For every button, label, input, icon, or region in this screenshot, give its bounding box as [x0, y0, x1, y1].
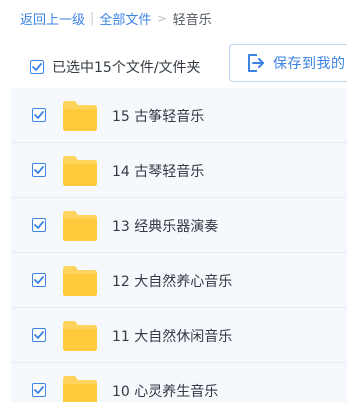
file-name[interactable]: 10 心灵养生音乐 — [112, 381, 218, 401]
checkmark-icon — [34, 276, 44, 284]
folder-icon — [63, 376, 97, 402]
select-all-control[interactable]: 已选中15个文件/文件夹 — [30, 57, 201, 77]
file-name[interactable]: 13 经典乐器演奏 — [112, 216, 218, 236]
row-checkbox[interactable] — [32, 218, 46, 232]
save-to-my-drive-button[interactable]: 保存到我的 — [229, 44, 347, 82]
breadcrumb-arrow: > — [157, 11, 167, 25]
file-row[interactable]: 12 大自然养心音乐 — [11, 253, 347, 308]
toolbar: 已选中15个文件/文件夹 保存到我的 — [0, 42, 347, 86]
checkmark-icon — [34, 386, 44, 394]
file-row[interactable]: 15 古筝轻音乐 — [11, 88, 347, 143]
folder-icon — [63, 321, 97, 351]
save-button-label: 保存到我的 — [273, 56, 346, 72]
file-name[interactable]: 11 大自然休闲音乐 — [112, 326, 232, 346]
file-name[interactable]: 12 大自然养心音乐 — [112, 271, 232, 291]
folder-icon — [63, 211, 97, 241]
checkmark-icon — [32, 63, 42, 71]
back-link[interactable]: 返回上一级 — [20, 9, 85, 28]
folder-icon — [63, 101, 97, 131]
row-checkbox[interactable] — [32, 328, 46, 342]
folder-icon — [63, 266, 97, 296]
row-checkbox[interactable] — [32, 383, 46, 397]
checkmark-icon — [34, 331, 44, 339]
checkmark-icon — [34, 111, 44, 119]
all-files-link[interactable]: 全部文件 — [99, 9, 151, 28]
file-name[interactable]: 14 古琴轻音乐 — [112, 161, 204, 181]
select-all-checkbox[interactable] — [30, 60, 44, 74]
row-checkbox[interactable] — [32, 273, 46, 287]
selection-count-label: 已选中15个文件/文件夹 — [52, 60, 201, 76]
share-file-browser: 返回上一级 | 全部文件 > 轻音乐 已选中15个文件/文件夹 保存到我的 15… — [0, 0, 347, 402]
checkmark-icon — [34, 166, 44, 174]
current-folder-name: 轻音乐 — [172, 12, 212, 28]
file-name[interactable]: 15 古筝轻音乐 — [112, 106, 204, 126]
file-row[interactable]: 14 古琴轻音乐 — [11, 143, 347, 198]
save-export-icon — [248, 54, 264, 72]
row-checkbox[interactable] — [32, 163, 46, 177]
breadcrumb: 返回上一级 | 全部文件 > 轻音乐 — [20, 8, 212, 28]
row-checkbox[interactable] — [32, 108, 46, 122]
file-row[interactable]: 11 大自然休闲音乐 — [11, 308, 347, 363]
breadcrumb-divider: | — [90, 10, 95, 26]
file-row[interactable]: 10 心灵养生音乐 — [11, 363, 347, 402]
file-list: 15 古筝轻音乐 14 古琴轻音乐 13 经典乐器演奏 12 大自然养心音乐 1… — [11, 88, 347, 402]
folder-icon — [63, 156, 97, 186]
checkmark-icon — [34, 221, 44, 229]
file-row[interactable]: 13 经典乐器演奏 — [11, 198, 347, 253]
